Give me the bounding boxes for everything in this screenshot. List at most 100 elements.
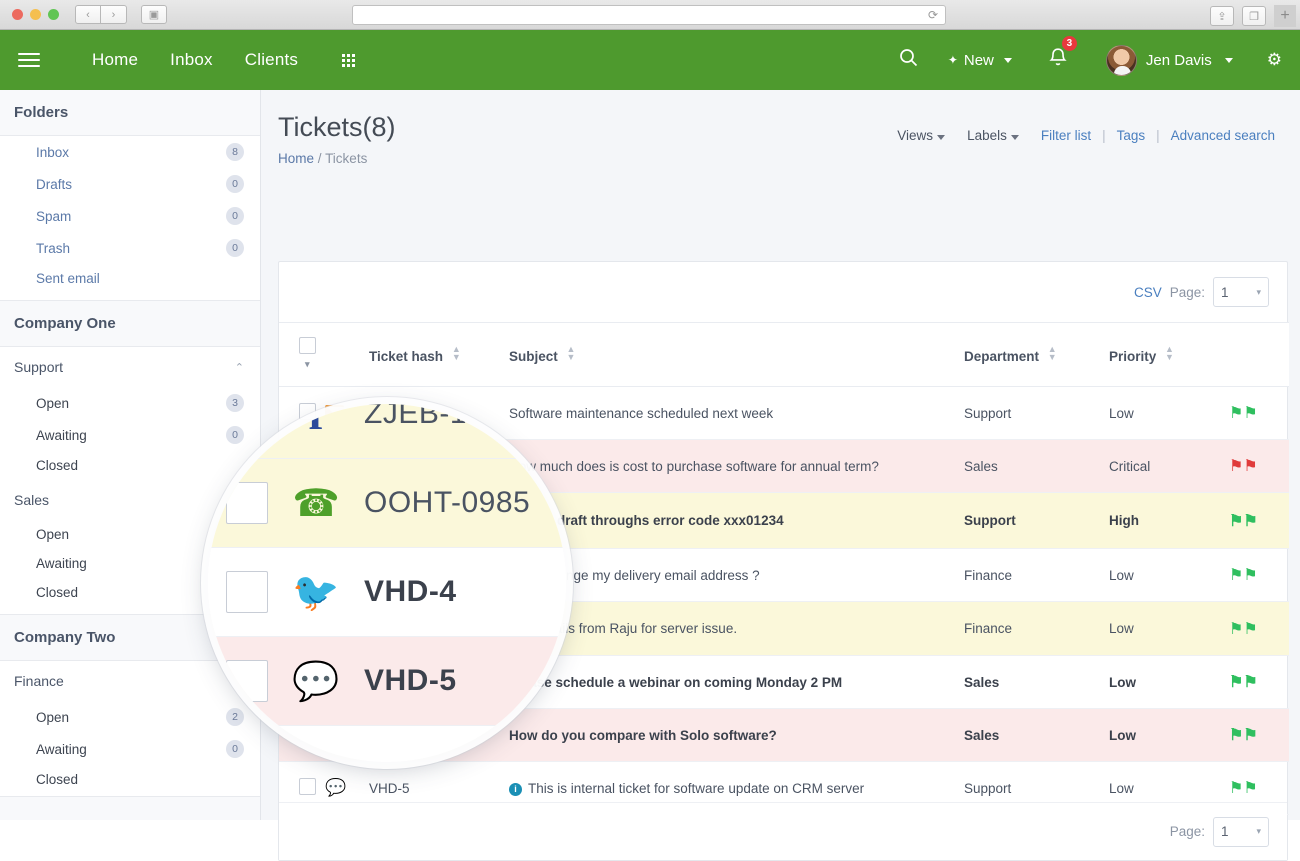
nav-item-clients[interactable]: Clients — [229, 50, 314, 70]
filter-list-link[interactable]: Filter list — [1030, 128, 1102, 143]
share-icon[interactable]: ⇪ — [1210, 6, 1234, 26]
sidebar-item-drafts[interactable]: Drafts 0 — [0, 168, 260, 200]
row-subject[interactable]: Please schedule a webinar on coming Mond… — [509, 656, 964, 709]
sort-icon[interactable]: ▲▼ — [452, 345, 461, 361]
minimize-window-button[interactable] — [30, 9, 41, 20]
sidebar-item-trash[interactable]: Trash 0 — [0, 232, 260, 264]
magnifier-content: fZJEB-1☎OOHT-0985🐦VHD-4💬VHD-5 — [208, 404, 566, 762]
sidebar-item-count: 0 — [226, 175, 244, 193]
gear-icon[interactable]: ⚙ — [1249, 50, 1282, 70]
header-department[interactable]: Department ▲▼ — [964, 323, 1109, 387]
chevron-down-icon — [1011, 135, 1019, 140]
magnifier-rows: fZJEB-1☎OOHT-0985🐦VHD-4💬VHD-5 — [208, 404, 566, 726]
hamburger-menu-icon[interactable] — [18, 49, 40, 71]
sort-icon[interactable]: ▲▼ — [567, 345, 576, 361]
sort-icon[interactable]: ▲▼ — [1048, 345, 1057, 361]
nav-item-inbox[interactable]: Inbox — [154, 50, 229, 70]
chevron-down-icon[interactable]: ▾ — [305, 359, 310, 370]
sidebar-item-finance-closed[interactable]: Closed — [0, 765, 260, 794]
advanced-search-link[interactable]: Advanced search — [1160, 128, 1286, 143]
breadcrumb-home-link[interactable]: Home — [278, 151, 314, 166]
nav-item-home[interactable]: Home — [76, 50, 154, 70]
new-tab-icon[interactable]: + — [1274, 5, 1296, 27]
header-ticket-hash[interactable]: Ticket hash ▲▼ — [369, 323, 509, 387]
header-subject[interactable]: Subject ▲▼ — [509, 323, 964, 387]
row-flag[interactable]: ⚑⚑ — [1229, 656, 1289, 709]
browser-nav-group[interactable]: ‹ › — [75, 5, 127, 24]
sidebar-item-label: Closed — [36, 772, 78, 787]
breadcrumb-separator: / — [318, 151, 322, 166]
notifications-bell-icon[interactable]: 3 — [1026, 47, 1090, 74]
header-label: Subject — [509, 349, 558, 364]
chevron-up-icon[interactable]: ⌃ — [235, 361, 244, 374]
sidebar-item-label: Open — [36, 527, 69, 542]
magnified-row-checkbox[interactable] — [226, 482, 268, 524]
close-window-button[interactable] — [12, 9, 23, 20]
row-subject[interactable]: Software maintenance scheduled next week — [509, 387, 964, 440]
magnified-table-row[interactable]: fZJEB-1 — [208, 404, 566, 459]
sidebar-toggle-icon[interactable]: ▣ — [141, 5, 167, 24]
row-flag[interactable]: ⚑⚑ — [1229, 493, 1289, 549]
chevron-down-icon — [1004, 58, 1012, 63]
sidebar-item-label: Awaiting — [36, 428, 87, 443]
back-icon[interactable]: ‹ — [75, 5, 101, 24]
magnified-row-checkbox[interactable] — [226, 571, 268, 613]
header-select-all[interactable]: ▾ — [279, 323, 325, 387]
tabs-icon[interactable]: ❐ — [1242, 6, 1266, 26]
row-flag[interactable]: ⚑⚑ — [1229, 387, 1289, 440]
phone-channel-icon: ☎ — [292, 483, 339, 525]
select-all-checkbox[interactable] — [299, 337, 316, 354]
magnified-row-checkbox[interactable] — [226, 404, 268, 435]
row-checkbox[interactable] — [299, 778, 316, 795]
tags-link[interactable]: Tags — [1106, 128, 1157, 143]
row-subject[interactable]: Can i change my delivery email address ? — [509, 549, 964, 602]
magnified-table-row[interactable]: 💬VHD-5 — [208, 637, 566, 726]
labels-dropdown[interactable]: Labels — [956, 128, 1030, 143]
views-dropdown[interactable]: Views — [886, 128, 956, 143]
avatar — [1106, 45, 1137, 76]
row-subject[interactable]: How much does is cost to purchase softwa… — [509, 440, 964, 493]
reload-icon[interactable]: ⟳ — [928, 9, 938, 22]
forward-icon[interactable]: › — [101, 5, 127, 24]
sidebar-section-company-one: Company One — [0, 300, 260, 347]
address-bar[interactable]: ⟳ — [352, 5, 946, 25]
page-select-top[interactable]: 1 ▾ — [1213, 277, 1269, 307]
row-flag[interactable]: ⚑⚑ — [1229, 709, 1289, 762]
search-icon[interactable] — [883, 48, 934, 72]
row-subject[interactable]: Saving draft throughs error code xxx0123… — [509, 493, 964, 549]
row-flag[interactable]: ⚑⚑ — [1229, 549, 1289, 602]
header-priority[interactable]: Priority ▲▼ — [1109, 323, 1229, 387]
magnified-row-checkbox[interactable] — [226, 660, 268, 702]
sidebar-item-label: Closed — [36, 585, 78, 600]
row-flag[interactable]: ⚑⚑ — [1229, 602, 1289, 656]
row-flag[interactable]: ⚑⚑ — [1229, 440, 1289, 493]
browser-right-controls[interactable]: ⇪ ❐ + — [1210, 5, 1296, 27]
row-priority: Low — [1109, 602, 1229, 656]
user-menu[interactable]: Jen Davis — [1090, 45, 1249, 76]
window-traffic-lights[interactable] — [12, 9, 59, 20]
maximize-window-button[interactable] — [48, 9, 59, 20]
new-button[interactable]: ✦ New — [934, 52, 1026, 69]
priority-flag-green-icon: ⚑⚑ — [1229, 674, 1258, 691]
row-department: Sales — [964, 709, 1109, 762]
nav-right-group: ✦ New 3 Jen Davis ⚙ — [883, 45, 1300, 76]
sidebar-item-sent-email[interactable]: Sent email — [0, 264, 260, 300]
app-top-navbar: Home Inbox Clients ✦ New 3 Jen Davis — [0, 30, 1300, 90]
priority-flag-red-icon: ⚑⚑ — [1229, 458, 1258, 475]
sidebar-item-spam[interactable]: Spam 0 — [0, 200, 260, 232]
csv-export-link[interactable]: CSV — [1134, 285, 1162, 300]
sidebar-group-support[interactable]: Support ⌃ — [0, 347, 260, 387]
magnified-table-row[interactable]: 🐦VHD-4 — [208, 548, 566, 637]
apps-grid-icon[interactable] — [342, 54, 355, 67]
sort-icon[interactable]: ▲▼ — [1165, 345, 1174, 361]
sidebar-item-label: Spam — [36, 209, 71, 224]
row-subject[interactable]: Call details from Raju for server issue. — [509, 602, 964, 656]
page-select-bottom[interactable]: 1 ▾ — [1213, 817, 1269, 847]
header-label: Department — [964, 349, 1039, 364]
chat-channel-icon: 💬 — [292, 661, 339, 703]
page-label-top: Page: — [1170, 285, 1205, 300]
row-subject[interactable]: How do you compare with Solo software? — [509, 709, 964, 762]
card-toolbar: CSV Page: 1 ▾ — [279, 262, 1287, 322]
sidebar-item-inbox[interactable]: Inbox 8 — [0, 136, 260, 168]
magnified-table-row[interactable]: ☎OOHT-0985 — [208, 459, 566, 548]
